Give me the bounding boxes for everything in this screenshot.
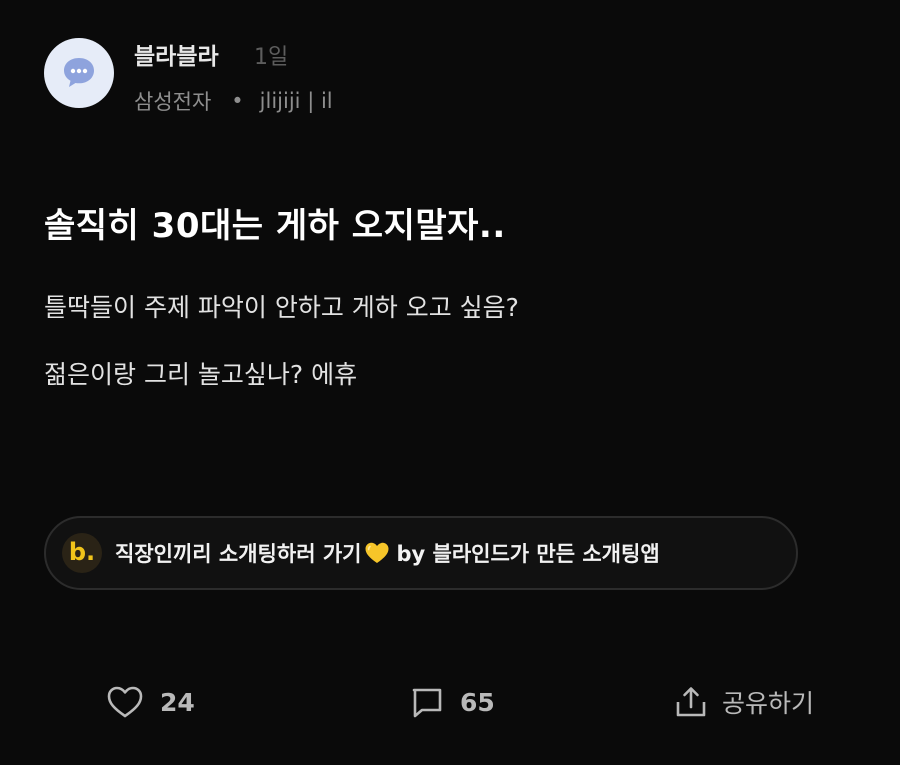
like-button[interactable]: 24: [106, 682, 195, 722]
avatar[interactable]: [44, 38, 114, 108]
comment-button[interactable]: 65: [410, 682, 495, 722]
post-time: 1일: [254, 45, 289, 70]
author-handle: jlijiji | il: [259, 89, 333, 113]
blind-logo-icon: b.: [62, 533, 102, 573]
share-button[interactable]: 공유하기: [674, 682, 814, 722]
author-name[interactable]: 블라블라: [134, 37, 219, 71]
ad-text: 직장인끼리 소개팅하러 가기 by 블라인드가 만든 소개팅앱: [115, 538, 660, 568]
ad-text-main: 직장인끼리 소개팅하러 가기: [115, 542, 362, 566]
heart-outline-icon: [107, 686, 143, 718]
comment-count: 65: [460, 687, 495, 717]
author-company[interactable]: 삼성전자: [134, 86, 211, 116]
post-body-line: 젊은이랑 그리 놀고싶나? 에휴: [44, 360, 358, 389]
like-count: 24: [160, 687, 195, 717]
author-meta: 삼성전자 • jlijiji | il: [134, 86, 333, 116]
share-icon: [676, 687, 706, 717]
ad-banner[interactable]: b. 직장인끼리 소개팅하러 가기 by 블라인드가 만든 소개팅앱: [44, 516, 798, 590]
yellow-heart-icon: [364, 541, 390, 565]
meta-separator: •: [231, 89, 244, 113]
share-label: 공유하기: [722, 689, 815, 718]
post-body-line: 틀딱들이 주제 파악이 안하고 게하 오고 싶음?: [44, 293, 519, 322]
ad-logo-letter: b.: [68, 537, 96, 566]
post-title: 솔직히 30대는 게하 오지말자..: [44, 206, 506, 246]
ad-text-by: by 블라인드가 만든 소개팅앱: [396, 542, 660, 566]
chat-bubble-icon: [64, 58, 94, 87]
comment-icon: [412, 688, 442, 718]
